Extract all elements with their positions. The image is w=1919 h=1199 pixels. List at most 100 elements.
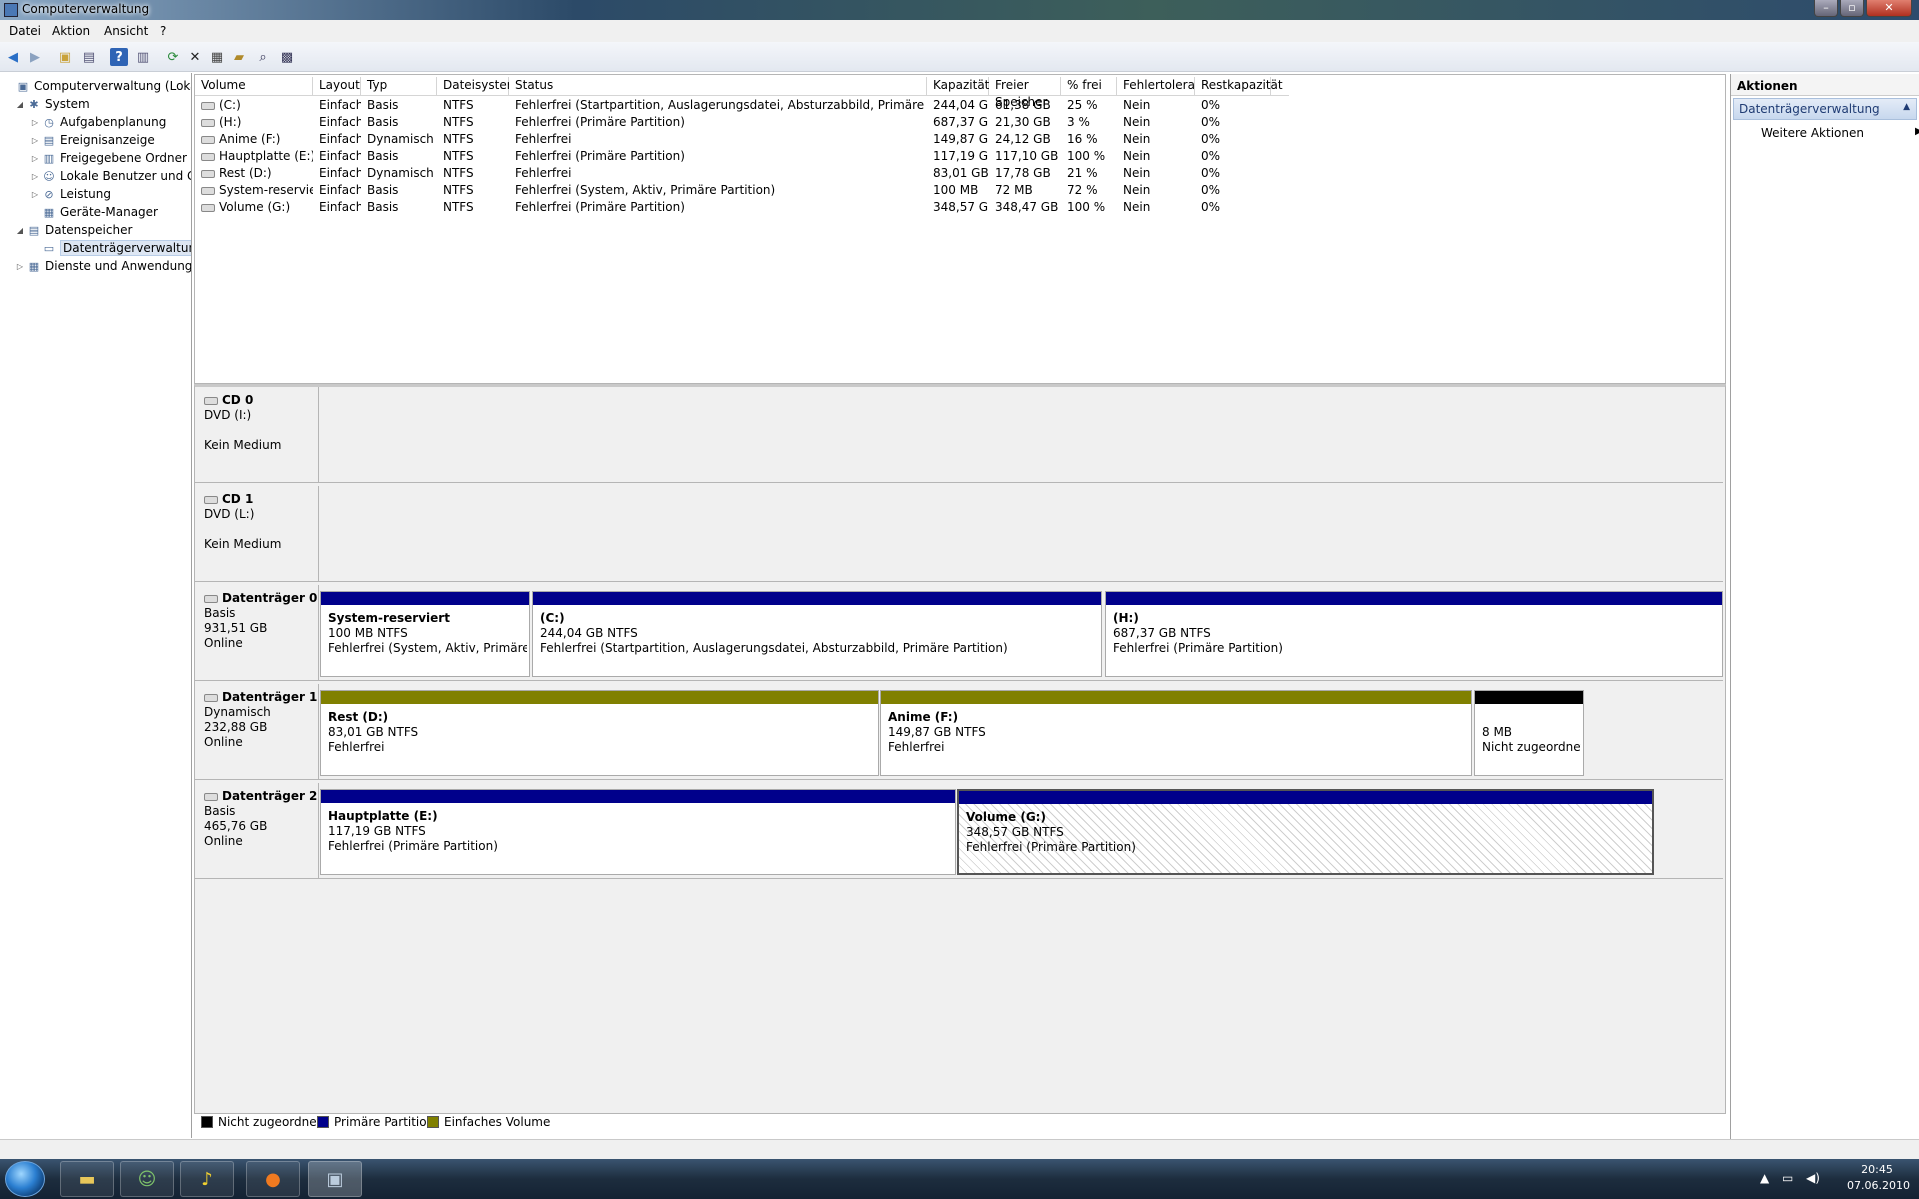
maximize-button[interactable]: ▫ [1840,0,1864,17]
tree-item[interactable]: ▷ ▥ Freigegebene Ordner [0,149,187,167]
tree-item[interactable]: ▭ Datenträgerverwaltung [0,239,191,257]
volume-row[interactable]: (H:) Einfach Basis NTFS Fehlerfrei (Primäre … [195,114,1289,131]
expand-arrow-icon[interactable]: ▷ [15,262,25,271]
volume-row[interactable]: System-reserviert Einfach Basis NTFS Fehlerf… [195,182,1289,199]
settings-icon[interactable]: ▩ [278,48,296,66]
column-header[interactable]: Typ [361,77,437,95]
disk-label[interactable]: Datenträger 0 Basis 931,51 GB Online [195,585,319,681]
clock[interactable]: 20:45 07.06.2010 [1847,1162,1910,1194]
menu-datei[interactable]: Datei [9,24,41,38]
expand-arrow-icon[interactable]: ▷ [30,154,40,163]
disk-label[interactable]: Datenträger 1 Dynamisch 232,88 GB Online [195,684,319,780]
tree-item[interactable]: ▷ ◷ Aufgabenplanung [0,113,166,131]
tree-item[interactable]: ▷ ☺ Lokale Benutzer und Gr [0,167,191,185]
volume-cell: 16 % [1067,132,1098,146]
volume-row[interactable]: Hauptplatte (E:) Einfach Basis NTFS Fehlerfr… [195,148,1289,165]
partition-size: 117,19 GB NTFS [328,824,426,838]
menu-aktion[interactable]: Aktion [52,24,90,38]
close-button[interactable]: ✕ [1866,0,1912,17]
tree-item[interactable]: ▦ Geräte-Manager [0,203,158,221]
partition-block[interactable]: (C:) 244,04 GB NTFS Fehlerfrei (Startparti… [532,591,1102,677]
forward-icon[interactable]: ▶ [26,48,44,66]
tray-expand-icon[interactable]: ▲ [1760,1171,1769,1185]
volume-disk-icon [201,135,215,144]
partition-block[interactable]: Anime (F:) 149,87 GB NTFS Fehlerfrei [880,690,1472,776]
partition-block[interactable]: (H:) 687,37 GB NTFS Fehlerfrei (Primäre Pa… [1105,591,1723,677]
column-header[interactable]: Dateisystem [437,77,518,95]
expand-arrow-icon[interactable]: ▷ [30,118,40,127]
partition-color-bar [881,691,1471,704]
tree-item[interactable]: ◢ ✱ System [0,95,90,113]
tree-item[interactable]: ◢ ▤ Datenspeicher [0,221,132,239]
volume-row[interactable]: (C:) Einfach Basis NTFS Fehlerfrei (Startpar… [195,97,1289,114]
volume-disk-icon [201,203,215,212]
partition-block[interactable]: Hauptplatte (E:) 117,19 GB NTFS Fehlerfrei… [320,789,956,875]
tree-item[interactable]: ▣ Computerverwaltung (Lokal) [0,77,191,95]
menu-ansicht[interactable]: Ansicht [104,24,148,38]
expand-arrow-icon[interactable]: ◢ [15,100,25,109]
help-icon[interactable]: ? [110,48,128,66]
search-icon[interactable]: ⌕ [254,48,272,66]
partition-block[interactable]: 8 MB Nicht zugeordnet [1474,690,1584,776]
show-pane-icon[interactable]: ▥ [134,48,152,66]
volume-icon[interactable]: ◀) [1806,1171,1820,1185]
actions-section-label: Datenträgerverwaltung [1739,102,1880,116]
tree-item-label: Aufgabenplanung [60,115,167,129]
more-actions-item[interactable]: Weitere Aktionen ▶ [1761,126,1919,140]
volume-cell: Einfach [319,200,361,214]
back-icon[interactable]: ◀ [4,48,22,66]
partition-block[interactable]: System-reserviert 100 MB NTFS Fehlerfrei (… [320,591,530,677]
volume-cell: NTFS [443,115,474,129]
column-header[interactable]: Restkapazität [1195,77,1283,95]
open-icon[interactable]: ▰ [230,48,248,66]
column-header[interactable]: % frei [1061,77,1117,95]
tree-item[interactable]: ▷ ▦ Dienste und Anwendungen [0,257,191,275]
disk-name: CD 1 [222,492,254,506]
column-header[interactable]: Status [509,77,927,95]
column-header[interactable]: Fehlertoleranz [1117,77,1209,95]
disk-label[interactable]: CD 0 DVD (I:) Kein Medium [195,387,319,483]
up-folder-icon[interactable]: ▣ [56,48,74,66]
partition-block[interactable]: Rest (D:) 83,01 GB NTFS Fehlerfrei [320,690,879,776]
volume-cell: NTFS [443,200,474,214]
volume-cell: 61,38 GB [995,98,1051,112]
collapse-icon[interactable]: ▲ [1903,102,1910,112]
expand-arrow-icon[interactable]: ◢ [15,226,25,235]
column-header[interactable]: Volume [195,77,313,95]
disk-label[interactable]: Datenträger 2 Basis 465,76 GB Online [195,783,319,879]
volume-row[interactable]: Rest (D:) Einfach Dynamisch NTFS Fehlerfrei 8… [195,165,1289,182]
column-header[interactable]: Layout [313,77,361,95]
actions-section-header[interactable]: Datenträgerverwaltung ▲ [1733,98,1917,120]
tree-item-label: Ereignisanzeige [60,133,155,147]
column-header[interactable]: Kapazität [927,77,989,95]
people-icon[interactable]: ☺ [120,1161,174,1197]
start-button[interactable] [5,1161,45,1197]
volume-row[interactable]: Volume (G:) Einfach Basis NTFS Fehlerfrei (P… [195,199,1289,216]
tree-item[interactable]: ▷ ⊘ Leistung [0,185,111,203]
volume-cell: Basis [367,149,399,163]
partition-size: 8 MB [1482,725,1513,739]
volume-row[interactable]: Anime (F:) Einfach Dynamisch NTFS Fehlerfrei… [195,131,1289,148]
show-tree-icon[interactable]: ▤ [80,48,98,66]
explorer-icon[interactable]: ▬ [60,1161,114,1197]
tree-item[interactable]: ▷ ▤ Ereignisanzeige [0,131,155,149]
properties-icon[interactable]: ▦ [208,48,226,66]
network-icon[interactable]: ▭ [1782,1171,1793,1185]
disk-title: Datenträger 1 [204,690,318,705]
computer-management-icon[interactable]: ▣ [308,1161,362,1197]
volume-cell: Fehlerfrei [515,132,572,146]
expand-arrow-icon[interactable]: ▷ [30,136,40,145]
partition-status: Fehlerfrei [328,740,385,754]
expand-arrow-icon[interactable]: ▷ [30,172,40,181]
volume-cell: (H:) [195,114,313,131]
menu-help[interactable]: ? [160,24,166,38]
expand-arrow-icon[interactable]: ▷ [30,190,40,199]
minimize-button[interactable]: – [1814,0,1838,17]
column-header[interactable]: Freier Speicher [989,77,1061,109]
disk-label[interactable]: CD 1 DVD (L:) Kein Medium [195,486,319,582]
refresh-icon[interactable]: ⟳ [164,48,182,66]
media-icon[interactable]: ♪ [180,1161,234,1197]
firefox-icon[interactable]: ● [246,1161,300,1197]
partition-block[interactable]: Volume (G:) 348,57 GB NTFS Fehlerfrei (Pri… [957,789,1654,875]
delete-icon[interactable]: ✕ [186,48,204,66]
